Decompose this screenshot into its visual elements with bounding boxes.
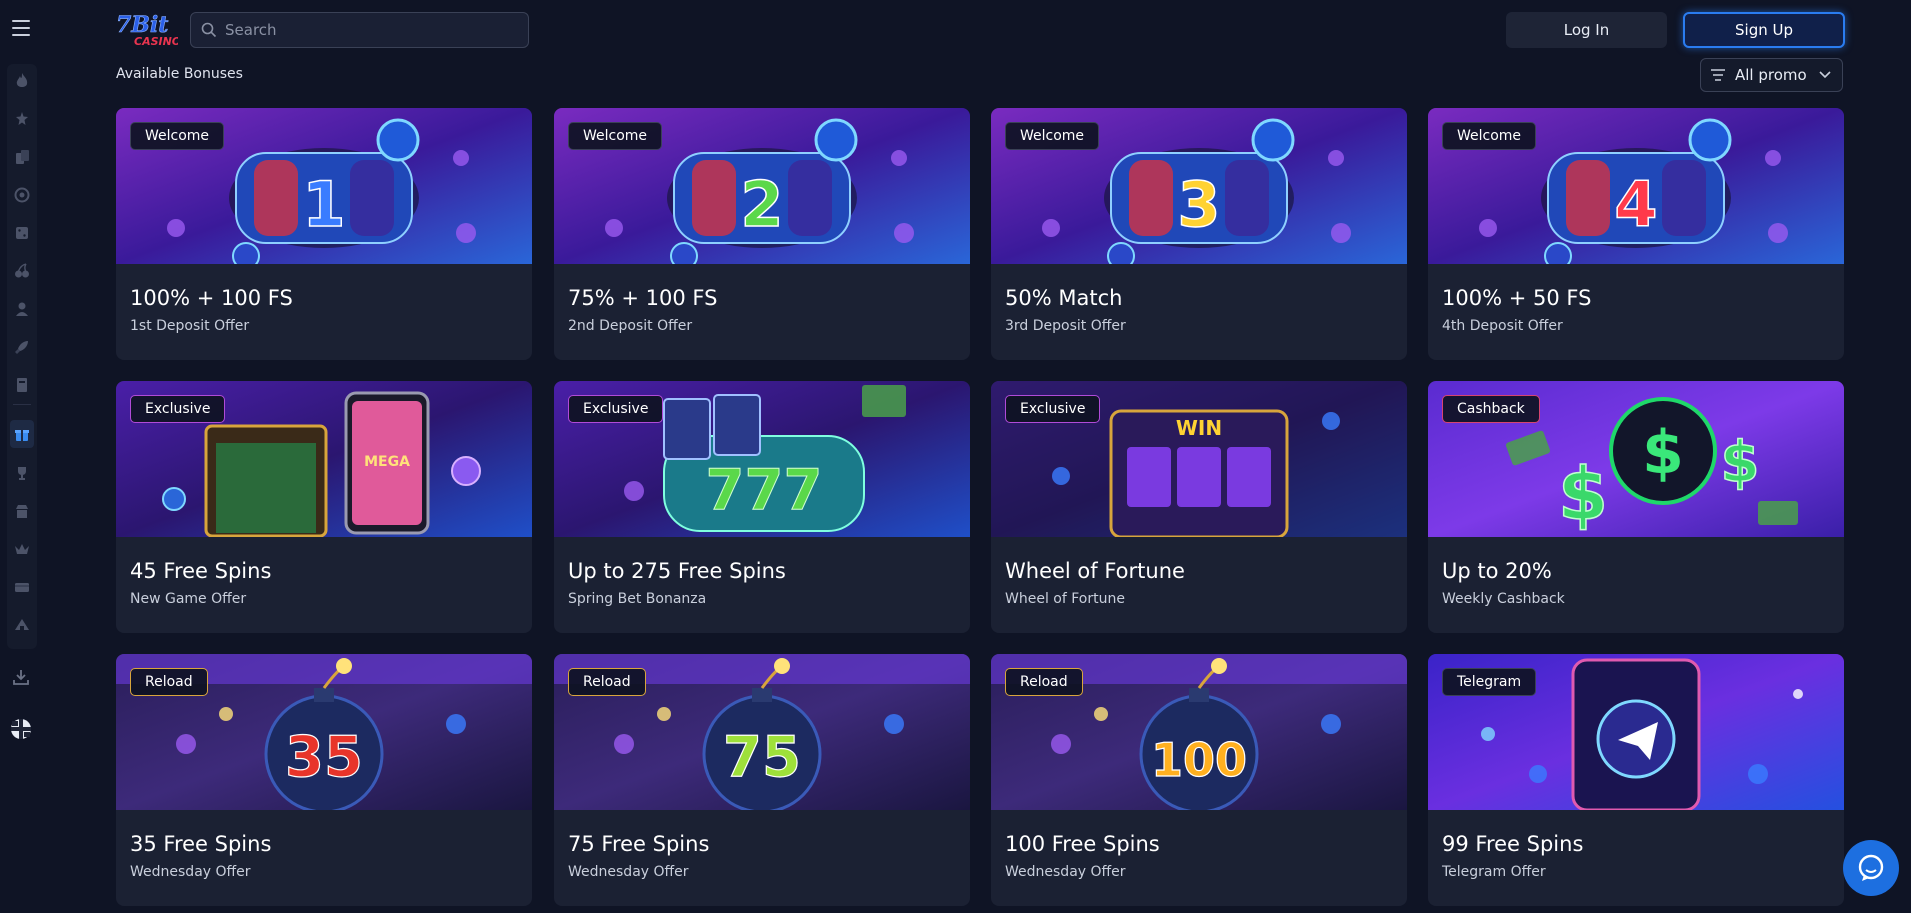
language-flag-icon[interactable] [10,718,32,740]
search-input[interactable] [225,21,515,39]
bonus-card[interactable]: $ $ $ Cashback Up to 20% Weekly Cashback [1428,381,1844,633]
banner-number: 2 [740,168,783,241]
live-chat-button[interactable] [1843,840,1899,896]
filter-icon [1711,69,1725,81]
bonus-tag: Exclusive [130,395,226,423]
target-icon[interactable] [13,186,31,204]
bonus-title: 99 Free Spins [1442,832,1584,856]
bonus-card[interactable]: 35 Reload 35 Free Spins Wednesday Offer [116,654,532,906]
shop-icon[interactable] [13,502,31,520]
bonus-title: 35 Free Spins [130,832,272,856]
site-logo[interactable]: 7Bit CASINO [116,12,181,48]
login-button[interactable]: Log In [1506,12,1667,48]
svg-text:35: 35 [285,725,363,790]
trophy-icon[interactable] [13,464,31,482]
bonus-subtitle: Wheel of Fortune [1005,591,1125,607]
bonus-tag: Reload [568,668,646,696]
svg-text:$: $ [1642,418,1684,488]
cards-icon[interactable] [13,148,31,166]
bonus-tag: Welcome [1442,122,1537,150]
bonus-subtitle: 1st Deposit Offer [130,318,250,334]
banner-number: 3 [1177,168,1220,241]
bonus-title: Wheel of Fortune [1005,559,1185,583]
bonus-title: 100% + 50 FS [1442,286,1592,310]
bonus-subtitle: Telegram Offer [1442,864,1546,880]
bonus-card[interactable]: MEGA Exclusive 45 Free Spins New Game Of… [116,381,532,633]
bonus-card[interactable]: 75 Reload 75 Free Spins Wednesday Offer [554,654,970,906]
svg-text:WIN: WIN [1176,416,1222,440]
bonus-subtitle: Wednesday Offer [1005,864,1126,880]
promo-filter-dropdown[interactable]: All promo [1700,58,1843,92]
bonus-card[interactable]: 2 Welcome 75% + 100 FS 2nd Deposit Offer [554,108,970,360]
svg-text:CASINO: CASINO [134,35,178,48]
menu-icon[interactable] [12,20,30,36]
chevron-down-icon [1819,71,1831,79]
search-box[interactable] [190,12,529,48]
svg-text:100: 100 [1151,733,1247,787]
bonus-card[interactable]: 1 Welcome 100% + 100 FS 1st Deposit Offe… [116,108,532,360]
chat-icon [1858,854,1884,881]
joystick-icon[interactable] [13,110,31,128]
bonus-subtitle: 4th Deposit Offer [1442,318,1563,334]
promo-filter-label: All promo [1735,66,1807,84]
fire-icon[interactable] [13,72,31,90]
search-icon [201,22,217,38]
bonus-subtitle: Weekly Cashback [1442,591,1565,607]
bonus-subtitle: New Game Offer [130,591,247,607]
bonus-card[interactable]: 100 Reload 100 Free Spins Wednesday Offe… [991,654,1407,906]
bonus-title: 100% + 100 FS [130,286,293,310]
svg-text:$: $ [1558,452,1608,536]
bonus-title: 75% + 100 FS [568,286,718,310]
bonus-card[interactable]: Telegram 99 Free Spins Telegram Offer [1428,654,1844,906]
banner-number: 4 [1614,168,1657,241]
bonus-tag: Telegram [1442,668,1537,696]
svg-text:777: 777 [706,458,823,523]
bonus-subtitle: Wednesday Offer [130,864,251,880]
bonus-card[interactable]: 777 Exclusive Up to 275 Free Spins Sprin… [554,381,970,633]
bonus-tag: Cashback [1442,395,1540,423]
svg-text:$: $ [1721,430,1760,495]
tent-icon[interactable] [13,616,31,634]
bonus-tag: Exclusive [568,395,664,423]
bonus-card[interactable]: 3 Welcome 50% Match 3rd Deposit Offer [991,108,1407,360]
bonus-title: 100 Free Spins [1005,832,1160,856]
dice-icon[interactable] [13,224,31,242]
download-icon[interactable] [12,668,30,686]
bonus-title: 45 Free Spins [130,559,272,583]
bonus-card[interactable]: WIN Exclusive Wheel of Fortune Wheel of … [991,381,1407,633]
bonus-title: Up to 275 Free Spins [568,559,786,583]
banner-number: 1 [302,168,345,241]
svg-text:MEGA: MEGA [364,454,410,470]
bonus-title: Up to 20% [1442,559,1552,583]
rocket-icon[interactable] [13,338,31,356]
bonus-tag: Welcome [568,122,663,150]
bonus-title: 50% Match [1005,286,1123,310]
svg-text:75: 75 [723,725,801,790]
bonus-tag: Reload [130,668,208,696]
cherry-icon[interactable] [13,262,31,280]
bonus-tag: Reload [1005,668,1083,696]
bonus-tag: Welcome [1005,122,1100,150]
dealer-icon[interactable] [13,300,31,318]
top-header: 7Bit CASINO Log In Sign Up [0,0,1911,60]
ticket-icon[interactable] [13,578,31,596]
bonus-subtitle: Wednesday Offer [568,864,689,880]
bonus-subtitle: 2nd Deposit Offer [568,318,693,334]
gift-icon[interactable] [13,425,31,443]
bonus-title: 75 Free Spins [568,832,710,856]
sidebar-divider [13,404,31,405]
bonus-tag: Welcome [130,122,225,150]
book-icon[interactable] [13,376,31,394]
bonus-tag: Exclusive [1005,395,1101,423]
bonus-card[interactable]: 4 Welcome 100% + 50 FS 4th Deposit Offer [1428,108,1844,360]
bonus-subtitle: Spring Bet Bonanza [568,591,707,607]
bonus-subtitle: 3rd Deposit Offer [1005,318,1126,334]
sidebar [7,64,37,649]
section-title: Available Bonuses [116,66,243,82]
crown-icon[interactable] [13,540,31,558]
signup-button[interactable]: Sign Up [1683,12,1845,48]
